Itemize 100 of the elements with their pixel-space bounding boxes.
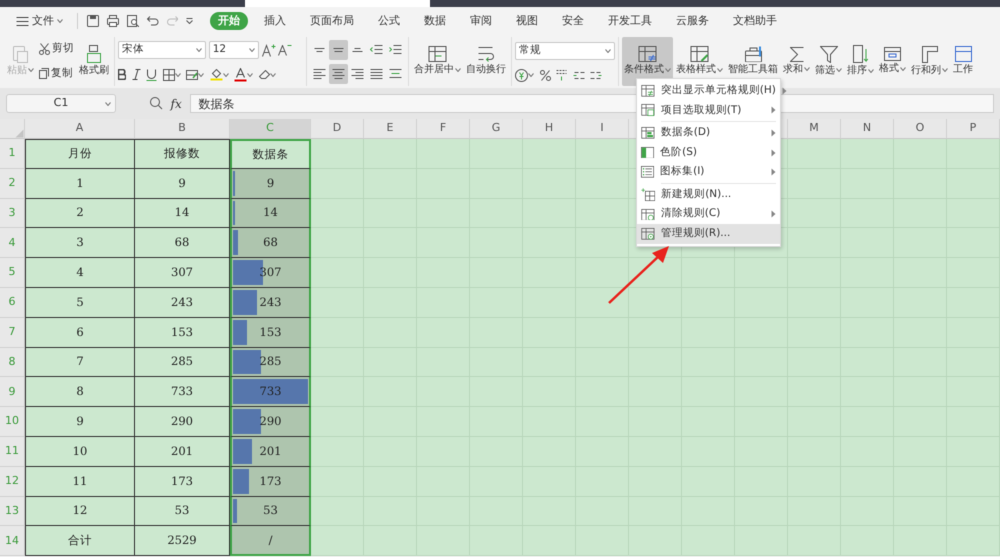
highlight-rules-icon <box>641 85 655 97</box>
filter-icon <box>820 46 838 62</box>
increase-decimal-icon[interactable] <box>572 72 584 78</box>
copy-icon <box>39 68 49 80</box>
menu-tab[interactable]: 页面布局 <box>302 12 362 30</box>
column-header[interactable]: B <box>135 119 230 139</box>
undo-icon[interactable] <box>147 16 158 26</box>
menu-tab[interactable]: 视图 <box>508 12 546 30</box>
ribbon-button[interactable]: 行和列 <box>909 37 950 86</box>
menu-item[interactable]: 管理规则(R)... <box>637 224 780 244</box>
table-cell: 9 <box>25 407 135 437</box>
currency-icon[interactable] <box>515 68 528 82</box>
grid-cell <box>629 288 682 318</box>
grid-cell <box>311 139 364 169</box>
menu-item[interactable]: 清除规则(C) <box>637 204 780 224</box>
name-box[interactable]: C1 <box>6 94 116 113</box>
customize-icon[interactable] <box>186 18 193 24</box>
cell-style-icon[interactable] <box>186 70 198 80</box>
bold-icon[interactable] <box>118 69 126 80</box>
column-header[interactable]: P <box>947 119 1000 139</box>
justify-icon <box>370 68 383 78</box>
menu-tab[interactable]: 审阅 <box>462 12 500 30</box>
grid-cell <box>417 139 470 169</box>
print-preview-icon[interactable] <box>126 14 139 28</box>
grow-font-icon[interactable] <box>262 44 276 57</box>
column-header[interactable]: H <box>523 119 576 139</box>
grid-cell <box>947 526 1000 556</box>
table-cell: 5 <box>25 288 135 318</box>
menu-tab[interactable]: 安全 <box>554 12 592 30</box>
ribbon-button[interactable]: 合并居中 <box>412 37 463 86</box>
grid-cell <box>841 139 894 169</box>
column-header[interactable]: F <box>417 119 470 139</box>
column-header[interactable]: A <box>25 119 135 139</box>
column-header[interactable]: I <box>576 119 629 139</box>
grid-cell <box>576 526 629 556</box>
eraser-icon[interactable] <box>258 70 270 80</box>
decrease-decimal-icon[interactable] <box>590 72 602 78</box>
table-cell: 11 <box>25 466 135 497</box>
column-header[interactable]: O <box>894 119 947 139</box>
increase-indent-icon <box>389 45 402 54</box>
column-header[interactable]: D <box>311 119 364 139</box>
column-header[interactable]: M <box>788 119 841 139</box>
ribbon-button[interactable]: 剪切 <box>37 40 76 58</box>
italic-icon[interactable] <box>132 69 141 80</box>
menu-tab[interactable]: 插入 <box>256 12 294 30</box>
fx-button[interactable]: fx <box>170 94 182 112</box>
menu-item[interactable]: 图标集(I) <box>637 162 780 182</box>
caret-icon <box>222 72 229 77</box>
caret-icon <box>528 73 534 77</box>
caret-icon <box>196 48 202 52</box>
table-cell: 6 <box>25 318 135 348</box>
thousands-icon[interactable] <box>556 70 567 80</box>
caret-icon <box>174 72 181 77</box>
font-color-icon[interactable] <box>234 68 248 82</box>
font-select[interactable]: 宋体 <box>118 41 206 60</box>
font-size-select[interactable]: 12 <box>208 41 259 60</box>
format-icon <box>884 47 901 61</box>
save-icon[interactable] <box>86 15 98 27</box>
column-header[interactable]: E <box>364 119 417 139</box>
ribbon-button[interactable]: 格式刷 <box>77 37 111 86</box>
align-middle-button[interactable] <box>329 40 348 60</box>
grid-cell <box>417 526 470 556</box>
menu-tab[interactable]: 云服务 <box>668 12 717 30</box>
table-cell: 153 <box>230 318 311 348</box>
borders-icon[interactable] <box>162 68 175 81</box>
menu-tab[interactable]: 文档助手 <box>725 12 785 30</box>
fill-color-icon[interactable] <box>210 68 223 81</box>
ribbon-button[interactable]: 筛选 <box>813 37 844 86</box>
menu-item[interactable]: 色阶(S) <box>637 142 780 162</box>
caret-icon <box>28 68 34 72</box>
ribbon-button[interactable]: 复制 <box>37 64 76 83</box>
ribbon-button[interactable]: 求和 <box>781 37 812 86</box>
grid-cell <box>311 466 364 497</box>
menu-item[interactable]: 数据条(D) <box>637 123 780 143</box>
column-header[interactable]: N <box>841 119 894 139</box>
file-menu[interactable]: 文件 <box>8 12 70 30</box>
merge-cells-icon <box>428 46 447 62</box>
grid-cell <box>523 526 576 556</box>
menu-tab[interactable]: 数据 <box>416 12 454 30</box>
ribbon-button[interactable]: 自动换行 <box>464 37 508 86</box>
number-format-select[interactable]: 常规 <box>515 42 615 60</box>
column-header[interactable]: G <box>470 119 523 139</box>
grid-cell <box>311 288 364 318</box>
menu-item[interactable]: 新建规则(N)... <box>637 184 780 205</box>
table-cell: 53 <box>230 496 311 526</box>
ribbon-button[interactable]: 格式 <box>877 37 908 86</box>
ribbon-button[interactable]: 排序 <box>845 37 876 86</box>
menu-tab[interactable]: 开发工具 <box>600 12 660 30</box>
percent-icon[interactable] <box>540 70 550 80</box>
align-bottom-icon <box>352 48 363 52</box>
zoom-icon[interactable] <box>150 97 162 110</box>
underline-icon[interactable] <box>146 68 158 81</box>
ribbon-button[interactable]: 工作 <box>951 37 975 86</box>
conditional-format-icon <box>638 46 657 62</box>
align-center-icon <box>332 68 345 78</box>
shrink-font-icon[interactable] <box>278 44 292 56</box>
align-center-button[interactable] <box>329 64 348 84</box>
print-icon[interactable] <box>106 15 118 27</box>
table-cell: 合计 <box>25 526 135 556</box>
menu-tab[interactable]: 公式 <box>370 12 408 30</box>
